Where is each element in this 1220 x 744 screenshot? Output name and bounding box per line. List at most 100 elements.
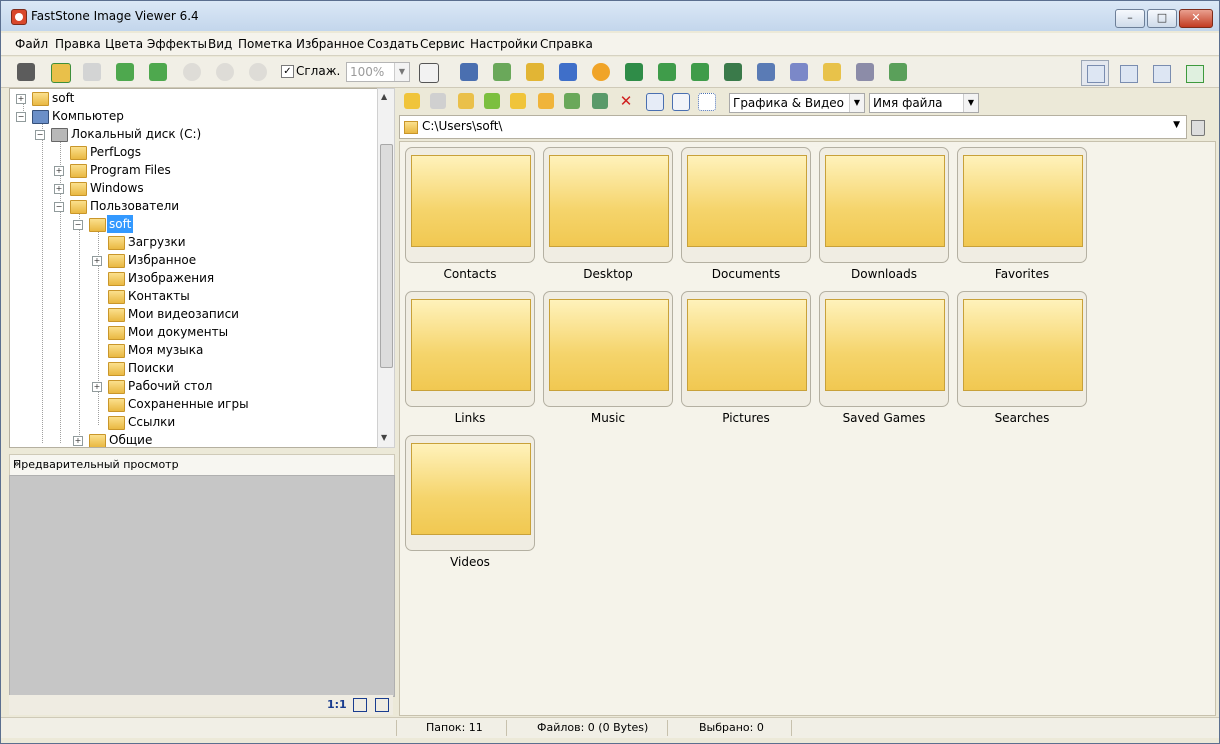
- menu-tools[interactable]: Сервис: [420, 37, 465, 51]
- menu-help[interactable]: Справка: [540, 37, 593, 51]
- collapse-icon[interactable]: −: [16, 112, 26, 122]
- tree-item[interactable]: Мои видеозаписи: [10, 305, 370, 323]
- move-to-button[interactable]: [591, 92, 609, 110]
- folder-thumbnail[interactable]: Favorites: [957, 147, 1087, 285]
- recycle-bin-button[interactable]: [1189, 117, 1205, 136]
- expand-icon[interactable]: +: [16, 94, 26, 104]
- scroll-up-icon[interactable]: ▲: [381, 92, 387, 101]
- expand-icon[interactable]: +: [54, 184, 64, 194]
- tree-item[interactable]: Моя музыка: [10, 341, 370, 359]
- tree-item[interactable]: Поиски: [10, 359, 370, 377]
- tree-item[interactable]: + Общие: [10, 431, 370, 447]
- collapse-chevron-icon[interactable]: »: [13, 457, 390, 470]
- tree-item[interactable]: − Локальный диск (C:): [10, 125, 370, 143]
- slideshow-button[interactable]: [458, 61, 480, 83]
- folder-thumbnail[interactable]: Pictures: [681, 291, 811, 429]
- previous-image-button[interactable]: [114, 61, 136, 83]
- menu-view[interactable]: Вид: [208, 37, 232, 51]
- thumbnail-size-button[interactable]: [645, 92, 664, 111]
- details-view-button[interactable]: [671, 92, 690, 111]
- preview-header[interactable]: Предварительный просмотр »: [9, 454, 395, 476]
- adjust-colors-button[interactable]: [590, 61, 612, 83]
- fit-icon[interactable]: [353, 698, 367, 712]
- email-button[interactable]: [821, 61, 843, 83]
- flip-button[interactable]: [722, 61, 744, 83]
- tree-item[interactable]: + Избранное: [10, 251, 370, 269]
- up-folder-button[interactable]: [457, 92, 475, 110]
- favorites-button[interactable]: [509, 92, 527, 110]
- tree-item[interactable]: − Пользователи: [10, 197, 370, 215]
- tree-item[interactable]: + Program Files: [10, 161, 370, 179]
- menu-create[interactable]: Создать: [367, 37, 419, 51]
- crop-button[interactable]: [524, 61, 546, 83]
- tree-item[interactable]: Изображения: [10, 269, 370, 287]
- browser-view-button[interactable]: [1081, 60, 1109, 86]
- tree-item[interactable]: Контакты: [10, 287, 370, 305]
- zoom-out-button[interactable]: [214, 61, 236, 83]
- path-combobox[interactable]: C:\Users\soft\ ▼: [399, 115, 1187, 139]
- menu-tag[interactable]: Пометка: [238, 37, 292, 51]
- chevron-down-icon[interactable]: ▼: [1173, 120, 1180, 130]
- zoom-in-button[interactable]: [181, 61, 203, 83]
- rotate-left-button[interactable]: [656, 61, 678, 83]
- actual-size-link[interactable]: 1:1: [327, 698, 347, 711]
- tree-item[interactable]: Сохраненные игры: [10, 395, 370, 413]
- actual-size-button[interactable]: [247, 61, 269, 83]
- draw-button[interactable]: [788, 61, 810, 83]
- folder-thumbnail[interactable]: Links: [405, 291, 535, 429]
- delete-button[interactable]: ✕: [617, 92, 635, 110]
- camera-button[interactable]: [15, 61, 37, 83]
- copy-to-button[interactable]: [563, 92, 581, 110]
- fullscreen-button[interactable]: [1180, 60, 1208, 86]
- wallpaper-button[interactable]: [755, 61, 777, 83]
- forward-button[interactable]: [429, 92, 447, 110]
- expand-icon[interactable]: +: [92, 382, 102, 392]
- collapse-icon[interactable]: −: [73, 220, 83, 230]
- menu-file[interactable]: Файл: [15, 37, 48, 51]
- hand-tool-button[interactable]: [417, 61, 449, 83]
- scrollbar-thumb[interactable]: [380, 144, 393, 368]
- print-button[interactable]: [854, 61, 876, 83]
- tree-item[interactable]: + soft: [10, 89, 370, 107]
- folder-thumbnail[interactable]: Documents: [681, 147, 811, 285]
- scroll-down-icon[interactable]: ▼: [381, 433, 387, 442]
- menu-effects[interactable]: Эффекты: [147, 37, 207, 51]
- save-button[interactable]: [81, 61, 103, 83]
- expand-icon[interactable]: +: [73, 436, 83, 446]
- tree-item[interactable]: PerfLogs: [10, 143, 370, 161]
- tree-item[interactable]: Загрузки: [10, 233, 370, 251]
- tree-scrollbar[interactable]: ▲ ▼: [377, 88, 395, 448]
- folder-thumbnail[interactable]: Music: [543, 291, 673, 429]
- new-folder-button[interactable]: [537, 92, 555, 110]
- folder-thumbnail[interactable]: Contacts: [405, 147, 535, 285]
- collapse-icon[interactable]: −: [35, 130, 45, 140]
- folder-thumbnail[interactable]: Searches: [957, 291, 1087, 429]
- expand-icon[interactable]: +: [54, 166, 64, 176]
- compare-button[interactable]: [491, 61, 513, 83]
- file-filter-select[interactable]: Графика & Видео ▼: [729, 93, 865, 113]
- close-button[interactable]: ✕: [1179, 9, 1213, 28]
- stamp-button[interactable]: [623, 61, 645, 83]
- menu-edit[interactable]: Правка: [55, 37, 101, 51]
- preview-view-button[interactable]: [1114, 60, 1142, 86]
- menu-colors[interactable]: Цвета: [105, 37, 143, 51]
- folder-thumbnail[interactable]: Saved Games: [819, 291, 949, 429]
- collapse-icon[interactable]: −: [54, 202, 64, 212]
- tree-item[interactable]: − Компьютер: [10, 107, 370, 125]
- next-image-button[interactable]: [147, 61, 169, 83]
- rotate-right-button[interactable]: [689, 61, 711, 83]
- zoom-select[interactable]: 100% ▼: [346, 62, 410, 82]
- expand-icon[interactable]: +: [92, 256, 102, 266]
- refresh-button[interactable]: [483, 92, 501, 110]
- fullscreen-icon[interactable]: [375, 698, 389, 712]
- minimize-button[interactable]: –: [1115, 9, 1145, 28]
- menu-favorites[interactable]: Избранное: [296, 37, 364, 51]
- tree-item[interactable]: Мои документы: [10, 323, 370, 341]
- maximize-button[interactable]: □: [1147, 9, 1177, 28]
- tree-item[interactable]: + Рабочий стол: [10, 377, 370, 395]
- open-folder-button[interactable]: [49, 61, 71, 83]
- list-view-button[interactable]: [697, 92, 716, 111]
- tree-item[interactable]: + Windows: [10, 179, 370, 197]
- batch-rename-button[interactable]: [557, 61, 579, 83]
- smooth-checkbox[interactable]: ✓: [281, 65, 294, 78]
